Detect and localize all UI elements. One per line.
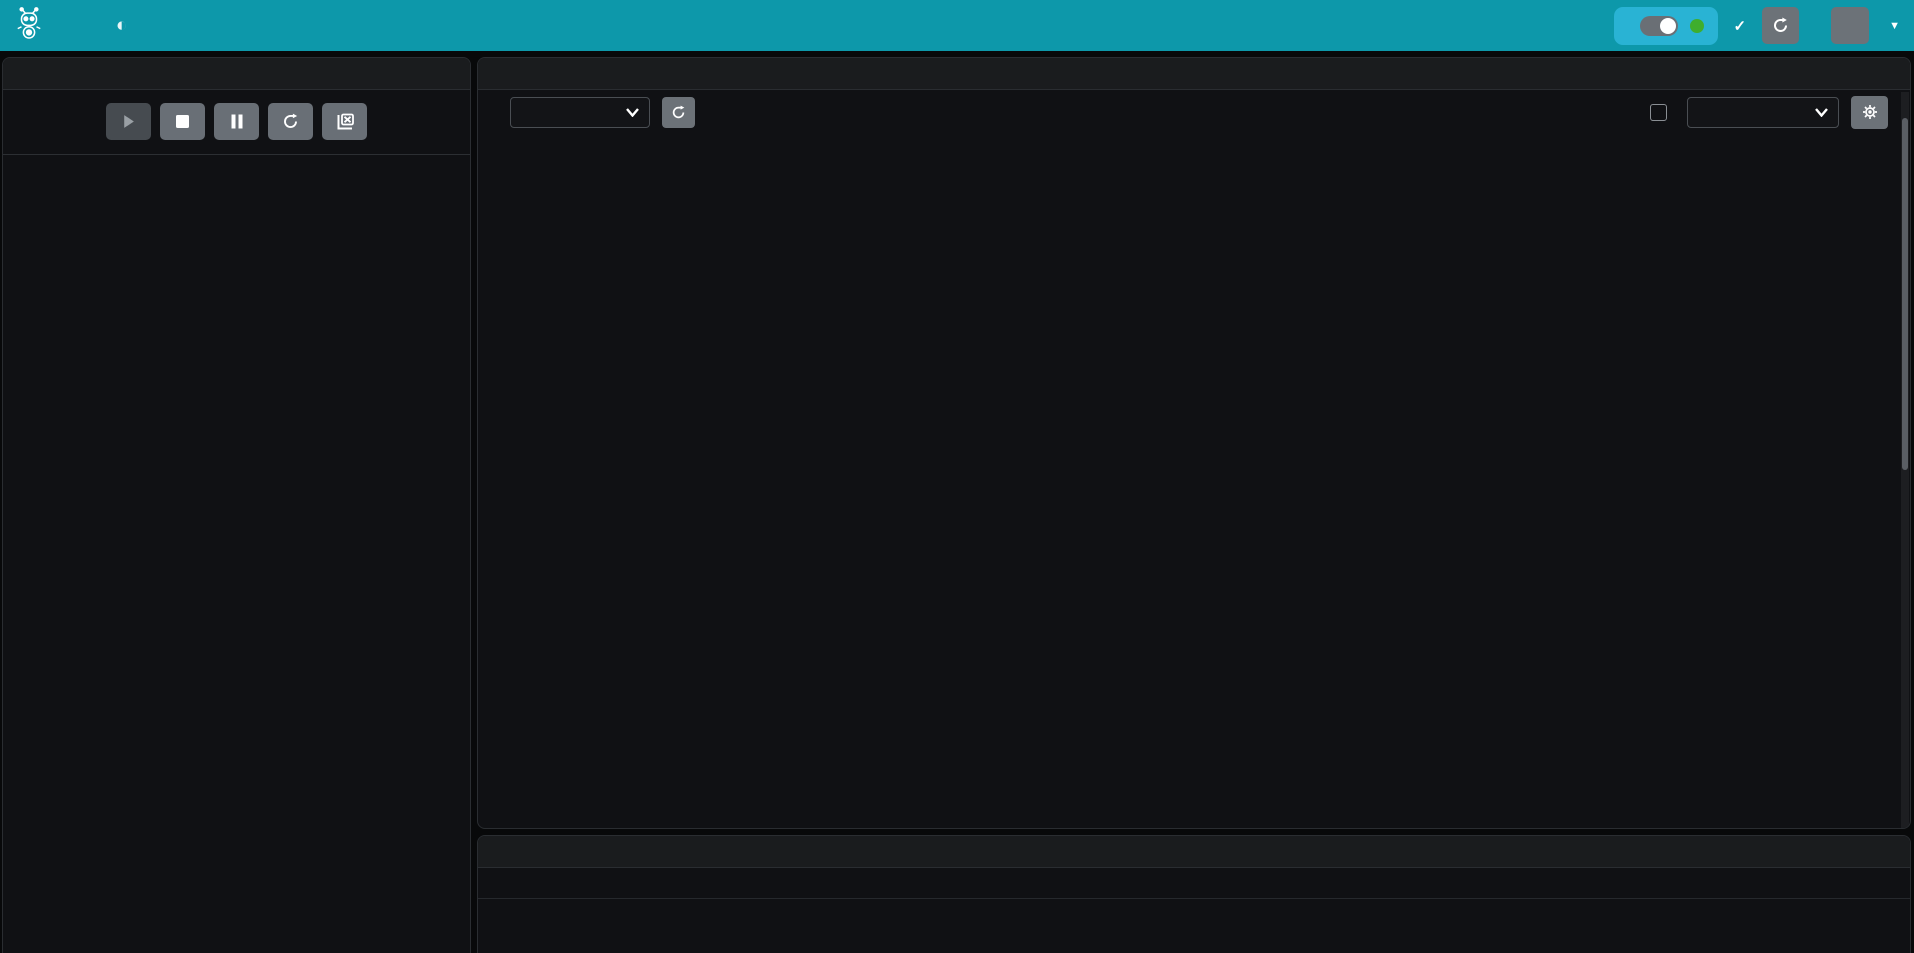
- navbar: ◐ ✓ ▼: [0, 0, 1914, 51]
- reload-config-button[interactable]: [268, 103, 313, 140]
- chart-panel: [477, 57, 1911, 829]
- multi-pane-panel: [2, 57, 471, 953]
- open-trades-panel: [477, 835, 1911, 953]
- bot-controls: [3, 103, 470, 140]
- pause-button[interactable]: [214, 103, 259, 140]
- refresh-chart-button[interactable]: [662, 97, 695, 128]
- no-open-trades-message: [478, 868, 1910, 898]
- stop-button[interactable]: [160, 103, 205, 140]
- multi-pane-title: [3, 58, 470, 90]
- price-chart-canvas[interactable]: [478, 141, 1911, 829]
- clear-chart-button[interactable]: [322, 103, 367, 140]
- chart-panel-title: [478, 58, 1910, 90]
- play-button[interactable]: [106, 103, 151, 140]
- user-menu-button[interactable]: [1831, 7, 1869, 44]
- chart-toolbar: [478, 91, 1910, 133]
- bot-toggle[interactable]: [1640, 16, 1678, 36]
- pair-select[interactable]: [510, 97, 650, 128]
- left-tabs: [3, 154, 470, 155]
- chart-scrollbar-thumb[interactable]: [1902, 118, 1908, 470]
- bot-chip[interactable]: [1614, 7, 1718, 45]
- heikin-ashi-checkbox[interactable]: [1650, 104, 1667, 121]
- bot-online-dot: [1690, 19, 1704, 33]
- chevron-down-icon: [626, 108, 639, 117]
- refresh-all-button[interactable]: [1762, 7, 1799, 44]
- plot-settings-button[interactable]: [1851, 96, 1888, 129]
- theme-toggle-icon[interactable]: ◐: [116, 15, 127, 37]
- check-icon: ✓: [1734, 17, 1747, 35]
- chevron-down-icon: [1815, 108, 1828, 117]
- chart-scrollbar[interactable]: [1901, 92, 1909, 828]
- open-trades-table: [478, 868, 1910, 899]
- app: ◐ ✓ ▼: [0, 0, 1914, 953]
- gear-icon: [1862, 104, 1878, 120]
- freqtrade-robot-logo-icon: [14, 6, 44, 45]
- open-trades-title: [478, 836, 1910, 868]
- user-menu-caret-icon[interactable]: ▼: [1889, 20, 1900, 32]
- navbar-right: ✓ ▼: [1614, 7, 1900, 45]
- plot-config-select[interactable]: [1687, 97, 1839, 128]
- brand[interactable]: [14, 6, 54, 45]
